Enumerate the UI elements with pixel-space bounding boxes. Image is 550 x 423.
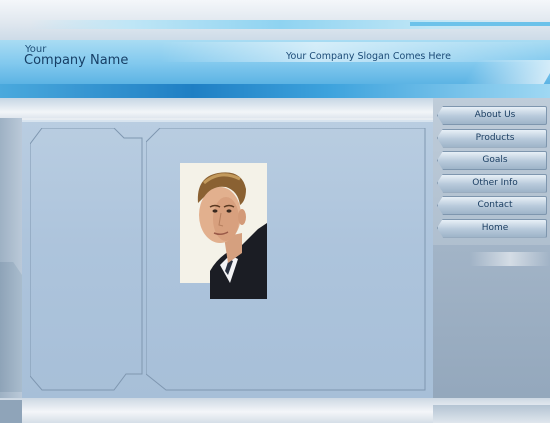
left-rail-notch [0, 262, 22, 392]
nav-about-us-button[interactable]: About Us [437, 106, 547, 125]
footer-left-block [0, 400, 22, 423]
nav-label: Goals [482, 155, 508, 165]
nav-label: Contact [477, 200, 513, 210]
website-template: Your Company Name Your Company Slogan Co… [0, 0, 550, 423]
banner-flash [462, 60, 550, 86]
company-slogan: Your Company Slogan Comes Here [286, 51, 451, 62]
nav-home-button[interactable]: Home [437, 218, 547, 238]
nav-label: Products [475, 132, 515, 143]
nav-products-button[interactable]: Products [437, 128, 547, 148]
nav-contact-button[interactable]: Contact [437, 196, 547, 215]
footer-right-block [433, 405, 550, 423]
banner-dark-stripe [0, 84, 550, 98]
nav-shine [470, 252, 550, 266]
nav-label: About Us [474, 110, 516, 120]
portrait-photo [180, 163, 267, 299]
nav-other-info-button[interactable]: Other Info [437, 173, 547, 193]
nav-label: Home [481, 222, 509, 233]
left-column-frame [30, 128, 143, 391]
top-accent-stripe [410, 22, 550, 26]
nav-menu: About Us Products Goals Other Info Conta… [437, 106, 547, 241]
nav-label: Other Info [472, 177, 518, 188]
nav-goals-button[interactable]: Goals [437, 151, 547, 170]
company-name: Company Name [24, 53, 129, 68]
nav-sidebar-lower [433, 245, 550, 405]
